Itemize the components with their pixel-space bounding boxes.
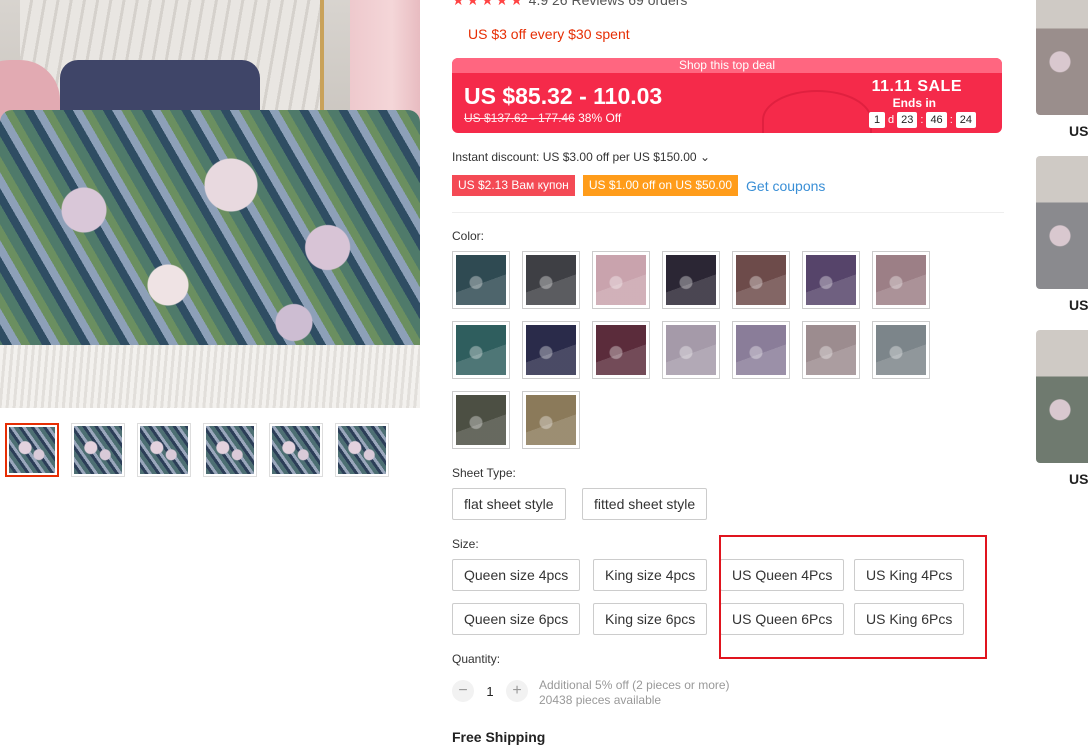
sale-event-title: 11.11 SALE bbox=[871, 78, 962, 95]
timer-day-unit: d bbox=[888, 114, 895, 126]
related-product-3[interactable]: US bbox=[1036, 330, 1088, 487]
color-swatch[interactable] bbox=[522, 251, 580, 309]
related-product-price: US bbox=[1069, 123, 1088, 139]
color-swatch[interactable] bbox=[802, 321, 860, 379]
sheet-type-label: Sheet Type: bbox=[452, 466, 516, 480]
related-product-price: US bbox=[1069, 471, 1088, 487]
swatch-image bbox=[456, 325, 506, 375]
thumbnail-1[interactable] bbox=[5, 423, 59, 477]
color-swatch[interactable] bbox=[522, 391, 580, 449]
main-product-image[interactable] bbox=[0, 0, 420, 408]
timer-colon: : bbox=[949, 114, 953, 126]
swatch-image bbox=[526, 255, 576, 305]
swatch-image bbox=[876, 325, 926, 375]
sale-price: US $85.32 - 110.03 bbox=[464, 83, 663, 109]
timer-minutes: 46 bbox=[926, 112, 947, 128]
divider bbox=[452, 212, 1004, 213]
size-option-king-6pcs[interactable]: King size 6pcs bbox=[593, 603, 708, 635]
store-promo[interactable]: US $3 off every $30 spent bbox=[468, 26, 630, 42]
quantity-value[interactable]: 1 bbox=[474, 684, 506, 699]
coupon-badge-2[interactable]: US $1.00 off on US $50.00 bbox=[582, 175, 739, 196]
swatch-image bbox=[736, 255, 786, 305]
color-swatch[interactable] bbox=[592, 321, 650, 379]
deal-header: Shop this top deal bbox=[452, 58, 1002, 73]
swatch-image bbox=[456, 255, 506, 305]
color-swatch[interactable] bbox=[872, 321, 930, 379]
discount-percent: 38% Off bbox=[578, 111, 622, 125]
quantity-increase-button[interactable]: + bbox=[506, 680, 528, 702]
color-swatch[interactable] bbox=[592, 251, 650, 309]
swatch-image bbox=[806, 325, 856, 375]
stock-available-note: 20438 pieces available bbox=[539, 693, 662, 707]
quantity-stepper: − 1 + bbox=[452, 680, 528, 702]
sheet-option-flat[interactable]: flat sheet style bbox=[452, 488, 566, 520]
decorative-swoosh bbox=[762, 90, 872, 133]
color-swatch[interactable] bbox=[452, 321, 510, 379]
swatch-image bbox=[876, 255, 926, 305]
image-thumbnails bbox=[5, 423, 389, 477]
thumbnail-5[interactable] bbox=[269, 423, 323, 477]
deal-banner[interactable]: Shop this top deal US $85.32 - 110.03 US… bbox=[452, 58, 1002, 133]
color-swatch[interactable] bbox=[452, 391, 510, 449]
instant-discount[interactable]: Instant discount: US $3.00 off per US $1… bbox=[452, 150, 710, 164]
original-price-row: US $137.62 - 177.46 38% Off bbox=[464, 111, 621, 125]
related-product-image bbox=[1036, 0, 1088, 115]
sheet-option-fitted[interactable]: fitted sheet style bbox=[582, 488, 708, 520]
rating-summary: ★★★★★ 4.9 26 Reviews 69 orders bbox=[452, 0, 687, 9]
timer-seconds: 24 bbox=[955, 112, 976, 128]
related-product-2[interactable]: US bbox=[1036, 156, 1088, 313]
coupon-row: US $2.13 Вам купон US $1.00 off on US $5… bbox=[452, 175, 825, 196]
quantity-decrease-button[interactable]: − bbox=[452, 680, 474, 702]
timer-days: 1 bbox=[869, 112, 885, 128]
swatch-image bbox=[806, 255, 856, 305]
swatch-image bbox=[596, 325, 646, 375]
related-product-1[interactable]: US bbox=[1036, 0, 1088, 139]
bulk-discount-note: Additional 5% off (2 pieces or more) bbox=[539, 678, 730, 692]
color-swatch[interactable] bbox=[872, 251, 930, 309]
countdown-timer: 1 d 23 : 46 : 24 bbox=[869, 112, 976, 128]
related-product-price: US bbox=[1069, 297, 1088, 313]
related-product-image bbox=[1036, 156, 1088, 289]
related-product-image bbox=[1036, 330, 1088, 463]
coupon-badge-1[interactable]: US $2.13 Вам купон bbox=[452, 175, 575, 196]
color-swatch[interactable] bbox=[732, 321, 790, 379]
original-price: US $137.62 - 177.46 bbox=[464, 111, 575, 125]
get-coupons-link[interactable]: Get coupons bbox=[746, 178, 825, 194]
size-option-queen-6pcs[interactable]: Queen size 6pcs bbox=[452, 603, 581, 635]
highlight-annotation-box bbox=[719, 535, 987, 659]
timer-colon: : bbox=[920, 114, 924, 126]
color-swatch[interactable] bbox=[522, 321, 580, 379]
fur-rug bbox=[0, 345, 420, 408]
color-swatch[interactable] bbox=[802, 251, 860, 309]
floral-duvet bbox=[0, 110, 420, 360]
size-option-queen-4pcs[interactable]: Queen size 4pcs bbox=[452, 559, 581, 591]
color-swatch[interactable] bbox=[452, 251, 510, 309]
thumbnail-4[interactable] bbox=[203, 423, 257, 477]
swatch-image bbox=[526, 395, 576, 445]
ends-in-label: Ends in bbox=[892, 96, 936, 110]
color-label: Color: bbox=[452, 229, 485, 243]
star-icons: ★★★★★ bbox=[452, 0, 525, 8]
quantity-label: Quantity: bbox=[452, 652, 501, 666]
thumbnail-3[interactable] bbox=[137, 423, 191, 477]
swatch-image bbox=[596, 255, 646, 305]
free-shipping-label: Free Shipping bbox=[452, 729, 546, 745]
color-swatch[interactable] bbox=[662, 251, 720, 309]
swatch-image bbox=[736, 325, 786, 375]
thumbnail-6[interactable] bbox=[335, 423, 389, 477]
thumbnail-2[interactable] bbox=[71, 423, 125, 477]
rating-text: 4.9 26 Reviews 69 orders bbox=[528, 0, 688, 8]
swatch-image bbox=[526, 325, 576, 375]
size-label: Size: bbox=[452, 537, 479, 551]
swatch-image bbox=[456, 395, 506, 445]
quantity-notes: Additional 5% off (2 pieces or more) 204… bbox=[539, 678, 730, 708]
swatch-image bbox=[666, 255, 716, 305]
color-swatch[interactable] bbox=[662, 321, 720, 379]
size-option-king-4pcs[interactable]: King size 4pcs bbox=[593, 559, 708, 591]
swatch-image bbox=[666, 325, 716, 375]
timer-hours: 23 bbox=[897, 112, 918, 128]
color-swatch[interactable] bbox=[732, 251, 790, 309]
